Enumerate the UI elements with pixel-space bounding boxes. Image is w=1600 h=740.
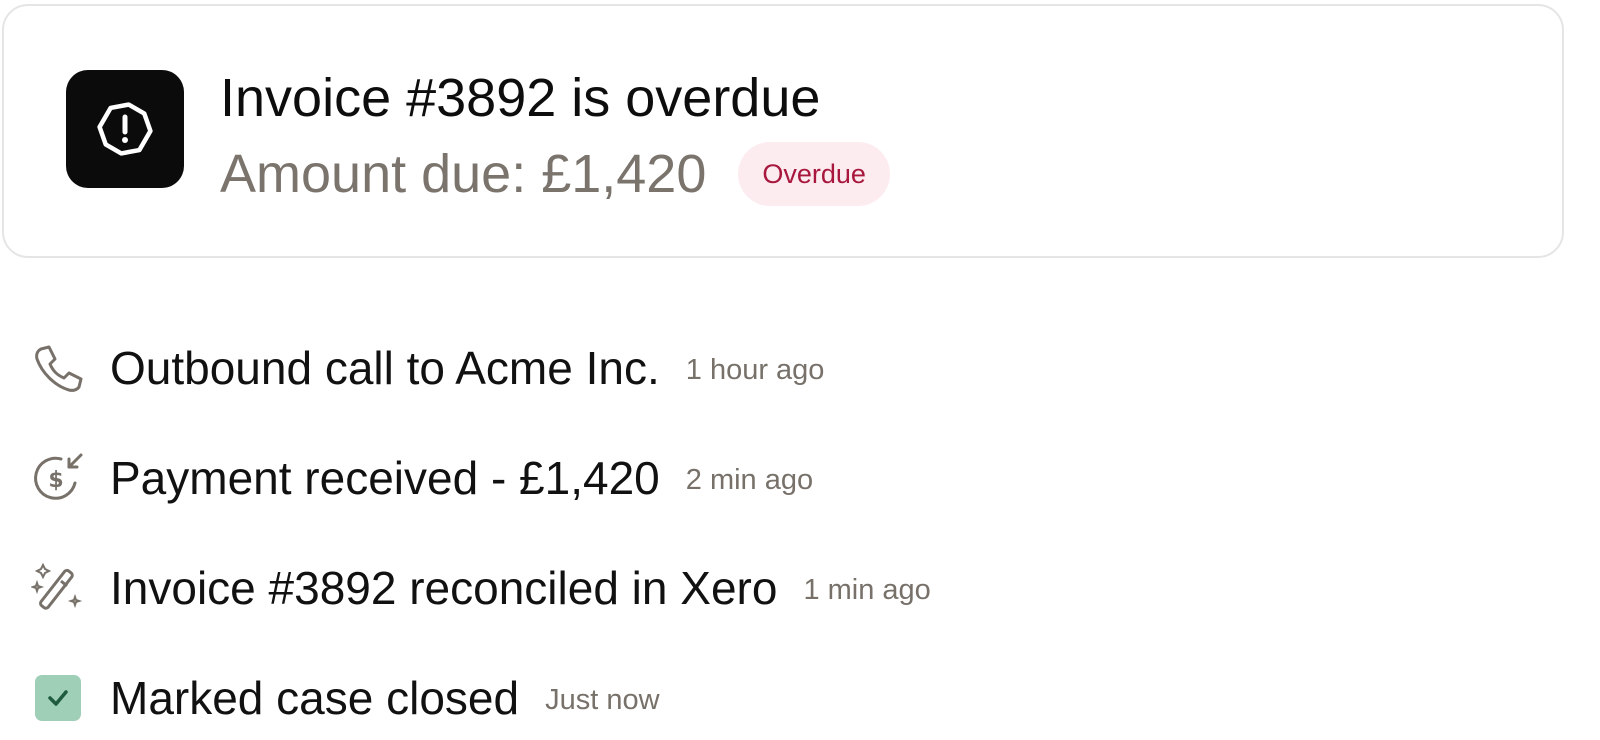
alert-icon-tile — [66, 70, 184, 188]
activity-text: Invoice #3892 reconciled in Xero — [110, 562, 778, 614]
activity-time: 1 min ago — [803, 573, 931, 606]
activity-time: Just now — [545, 683, 660, 716]
activity-text: Marked case closed — [110, 672, 520, 724]
payment-received-icon: $ — [30, 450, 86, 506]
alert-title: Invoice #3892 is overdue — [220, 68, 821, 128]
activity-text: Payment received - £1,420 — [110, 452, 660, 504]
activity-item-reconcile: Invoice #3892 reconciled in Xero 1 min a… — [30, 548, 931, 628]
checked-box-icon — [30, 670, 86, 726]
activity-item-closed: Marked case closed Just now — [30, 658, 660, 738]
status-badge: Overdue — [738, 142, 890, 206]
activity-item-payment: $ Payment received - £1,420 2 min ago — [30, 438, 813, 518]
alert-amount-row: Amount due: £1,420 Overdue — [220, 138, 890, 210]
phone-icon — [30, 340, 86, 396]
activity-time: 2 min ago — [685, 463, 814, 496]
activity-item-call: Outbound call to Acme Inc. 1 hour ago — [30, 328, 824, 408]
amount-due: Amount due: £1,420 — [220, 144, 707, 204]
hexagon-alert-icon — [97, 102, 153, 156]
overdue-alert-card: Invoice #3892 is overdue Amount due: £1,… — [2, 4, 1564, 258]
activity-page: Invoice #3892 is overdue Amount due: £1,… — [0, 0, 1600, 740]
check-box — [35, 675, 81, 721]
activity-text: Outbound call to Acme Inc. — [110, 342, 660, 394]
svg-text:$: $ — [48, 468, 63, 493]
magic-wand-icon — [30, 560, 86, 616]
activity-time: 1 hour ago — [685, 353, 825, 386]
